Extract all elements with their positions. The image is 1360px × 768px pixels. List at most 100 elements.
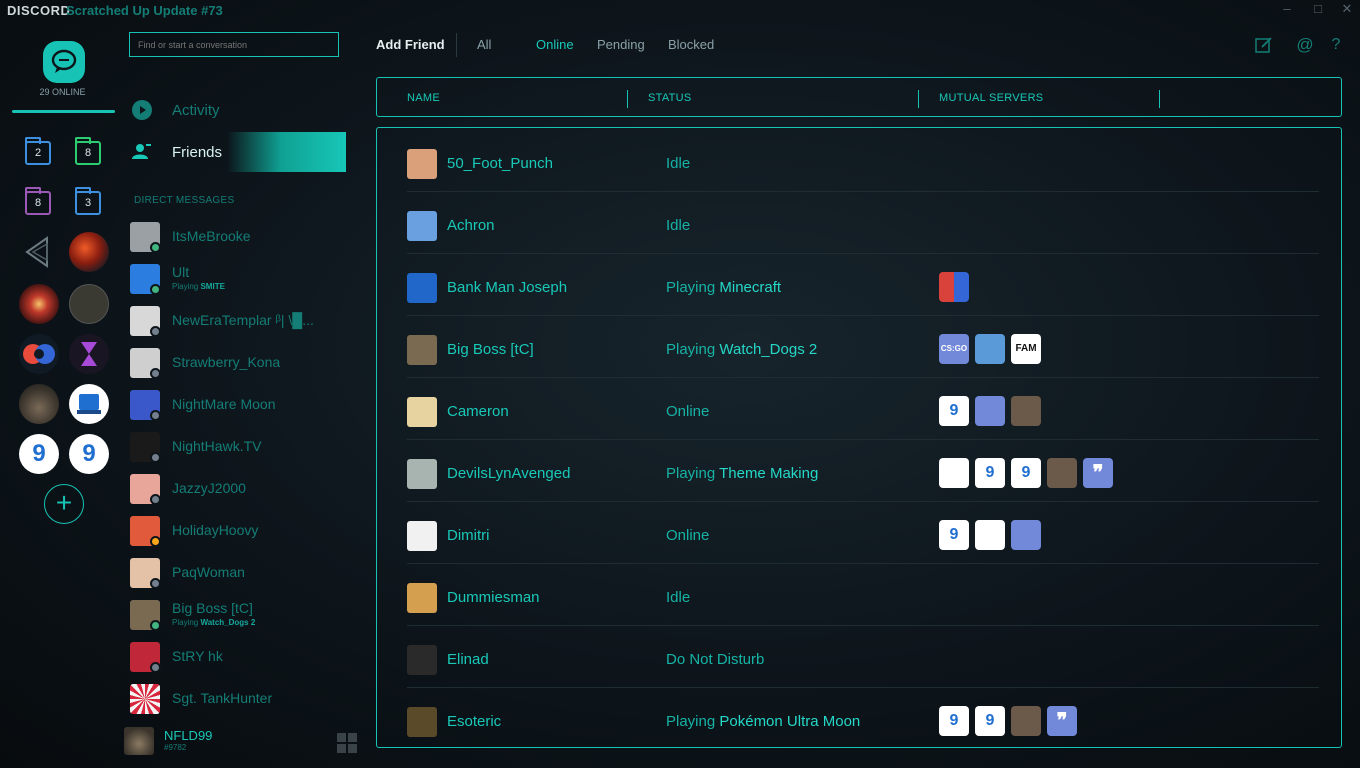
- table-row[interactable]: Bank Man Joseph Playing Minecraft: [407, 254, 1319, 316]
- server-icon[interactable]: 9: [69, 434, 109, 474]
- dm-item[interactable]: NewEraTemplar ᵝ| \█...: [130, 302, 346, 338]
- mutual-server-icon[interactable]: 9: [939, 520, 969, 550]
- table-row[interactable]: Dimitri Online 9: [407, 502, 1319, 564]
- mutual-server-icon[interactable]: CS:GO: [939, 334, 969, 364]
- close-button[interactable]: ✕: [1337, 1, 1357, 17]
- server-icon[interactable]: [69, 334, 109, 374]
- server-icon[interactable]: 9: [19, 434, 59, 474]
- dm-name: Sgt. TankHunter: [172, 690, 273, 706]
- mutual-server-icon[interactable]: [1011, 520, 1041, 550]
- server-folder[interactable]: 8: [75, 137, 101, 165]
- mutual-server-icon[interactable]: 9: [939, 706, 969, 736]
- dm-name: NightMare Moon: [172, 396, 276, 412]
- tab-add-friend[interactable]: Add Friend: [376, 37, 445, 52]
- mutual-server-icon[interactable]: ❞: [1047, 706, 1077, 736]
- avatar: [407, 273, 437, 303]
- add-server-button[interactable]: +: [44, 484, 84, 524]
- mutual-server-icon[interactable]: [939, 272, 969, 302]
- status-indicator: [150, 662, 161, 673]
- dm-item[interactable]: Sgt. TankHunter: [130, 680, 346, 716]
- dm-item[interactable]: ItsMeBrooke: [130, 218, 346, 254]
- server-folder[interactable]: 3: [75, 187, 101, 215]
- dm-name: JazzyJ2000: [172, 480, 246, 496]
- table-row[interactable]: Cameron Online 9: [407, 378, 1319, 440]
- server-icon[interactable]: [69, 232, 109, 272]
- column-header-status[interactable]: STATUS: [648, 92, 692, 104]
- server-folder[interactable]: 8: [25, 187, 51, 215]
- mutual-server-icon[interactable]: [975, 520, 1005, 550]
- dm-item[interactable]: NightMare Moon: [130, 386, 346, 422]
- server-separator: [12, 110, 115, 113]
- server-icon[interactable]: [69, 384, 109, 424]
- dm-item[interactable]: HolidayHoovy: [130, 512, 346, 548]
- dm-item[interactable]: JazzyJ2000: [130, 470, 346, 506]
- mutual-server-icon[interactable]: [1011, 706, 1041, 736]
- column-header-name[interactable]: NAME: [407, 92, 440, 104]
- mention-icon[interactable]: @: [1296, 36, 1314, 54]
- tab-online[interactable]: Online: [536, 37, 574, 52]
- table-row[interactable]: Elinad Do Not Disturb: [407, 626, 1319, 688]
- table-row[interactable]: Esoteric Playing Pokémon Ultra Moon 9 9 …: [407, 688, 1319, 747]
- help-icon[interactable]: ?: [1327, 36, 1345, 54]
- mutual-server-icon[interactable]: FAM: [1011, 334, 1041, 364]
- column-header-mutual[interactable]: MUTUAL SERVERS: [939, 92, 1043, 104]
- avatar[interactable]: [124, 727, 154, 755]
- tab-all[interactable]: All: [477, 37, 491, 52]
- friend-status: Playing Watch_Dogs 2: [666, 341, 818, 358]
- search-input[interactable]: [129, 32, 339, 57]
- nav-activity[interactable]: Activity: [130, 90, 346, 130]
- window-title: Scratched Up Update #73: [66, 3, 223, 18]
- avatar: [407, 707, 437, 737]
- online-count: 29 ONLINE: [39, 87, 86, 97]
- dm-activity: Playing SMITE: [172, 282, 225, 291]
- server-folder[interactable]: 2: [25, 137, 51, 165]
- minimize-button[interactable]: –: [1277, 1, 1297, 16]
- dm-item[interactable]: Ult Playing SMITE: [130, 260, 346, 296]
- friend-status: Do Not Disturb: [666, 651, 765, 668]
- table-row[interactable]: Dummiesman Idle: [407, 564, 1319, 626]
- dm-item[interactable]: NightHawk.TV: [130, 428, 346, 464]
- server-icon[interactable]: [19, 284, 59, 324]
- nav-friends[interactable]: Friends: [130, 132, 346, 172]
- friends-table-header: NAME STATUS MUTUAL SERVERS: [376, 77, 1342, 117]
- status-indicator: [150, 410, 161, 421]
- friend-name: Esoteric: [447, 713, 502, 730]
- server-list: 29 ONLINE 2 8 8 3 9 9 +: [0, 22, 125, 768]
- dm-name: Strawberry_Kona: [172, 354, 281, 370]
- dm-item[interactable]: StRY hk: [130, 638, 346, 674]
- server-icon[interactable]: [69, 284, 109, 324]
- table-row[interactable]: Big Boss [tC] Playing Watch_Dogs 2 CS:GO…: [407, 316, 1319, 378]
- mutual-server-icon[interactable]: [1011, 396, 1041, 426]
- table-row[interactable]: DevilsLynAvenged Playing Theme Making 9 …: [407, 440, 1319, 502]
- maximize-button[interactable]: □: [1308, 1, 1328, 16]
- server-icon[interactable]: [19, 384, 59, 424]
- mutual-server-icon[interactable]: 9: [975, 458, 1005, 488]
- mutual-server-icon[interactable]: [975, 396, 1005, 426]
- tab-blocked[interactable]: Blocked: [668, 37, 714, 52]
- avatar: [407, 211, 437, 241]
- server-icon[interactable]: [19, 334, 59, 374]
- friend-name: Achron: [447, 217, 495, 234]
- mutual-server-icon[interactable]: 9: [975, 706, 1005, 736]
- dm-item[interactable]: Strawberry_Kona: [130, 344, 346, 380]
- mutual-server-icon[interactable]: ❞: [1083, 458, 1113, 488]
- home-button[interactable]: [43, 41, 85, 83]
- mutual-servers: 9: [939, 520, 1041, 550]
- mutual-server-icon[interactable]: 9: [939, 396, 969, 426]
- mutual-server-icon[interactable]: 9: [1011, 458, 1041, 488]
- new-dm-icon[interactable]: [1255, 36, 1273, 54]
- tab-pending[interactable]: Pending: [597, 37, 645, 52]
- dm-item[interactable]: PaqWoman: [130, 554, 346, 590]
- dm-name: StRY hk: [172, 648, 223, 664]
- table-row[interactable]: Achron Idle: [407, 192, 1319, 254]
- server-icon[interactable]: [19, 232, 59, 272]
- settings-grid-icon[interactable]: [337, 733, 357, 753]
- table-row[interactable]: 50_Foot_Punch Idle: [407, 130, 1319, 192]
- friend-name: Bank Man Joseph: [447, 279, 568, 296]
- status-indicator: [150, 326, 161, 337]
- mutual-server-icon[interactable]: [939, 458, 969, 488]
- mutual-servers: 9: [939, 396, 1041, 426]
- mutual-server-icon[interactable]: [975, 334, 1005, 364]
- dm-item[interactable]: Big Boss [tC] Playing Watch_Dogs 2: [130, 596, 346, 632]
- mutual-server-icon[interactable]: [1047, 458, 1077, 488]
